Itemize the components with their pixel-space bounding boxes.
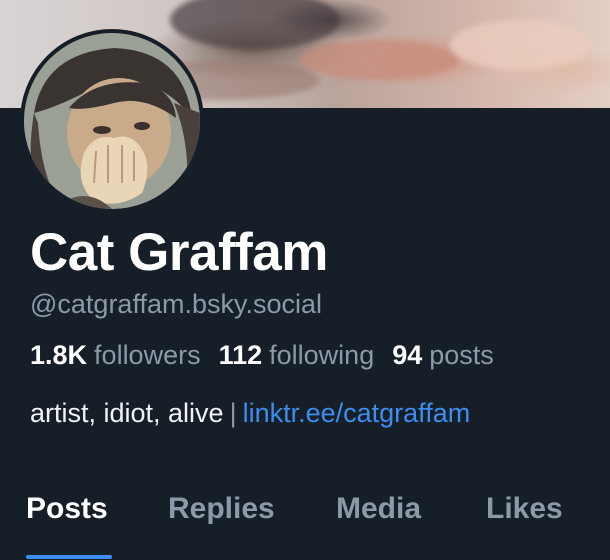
- following-count: 112: [218, 340, 263, 370]
- profile-display-name: Cat Graffam: [30, 223, 328, 282]
- avatar-portrait-image: [24, 33, 200, 209]
- profile-stats: 1.8K followers 112 following 94 posts: [30, 340, 512, 371]
- followers-label: followers: [94, 340, 201, 370]
- followers-count: 1.8K: [30, 340, 88, 370]
- bio-separator: |: [229, 398, 237, 428]
- profile-bio: artist, idiot, alive | linktr.ee/catgraffa…: [30, 398, 470, 429]
- bio-text: artist, idiot, alive: [30, 398, 224, 428]
- posts-label: posts: [429, 340, 494, 370]
- following-stat[interactable]: 112 following: [219, 340, 375, 371]
- profile-handle: @catgraffam.bsky.social: [30, 289, 323, 319]
- tab-media[interactable]: Media: [336, 492, 421, 540]
- bio-link[interactable]: linktr.ee/catgraffam: [243, 398, 471, 428]
- avatar[interactable]: [20, 29, 204, 213]
- tab-likes[interactable]: Likes: [486, 492, 563, 540]
- tab-posts[interactable]: Posts: [26, 492, 108, 540]
- posts-count: 94: [392, 340, 423, 370]
- profile-tabs: Posts Replies Media Likes: [0, 492, 610, 560]
- posts-stat: 94 posts: [392, 340, 494, 371]
- active-tab-indicator: [26, 555, 112, 559]
- followers-stat[interactable]: 1.8K followers: [30, 340, 201, 371]
- tab-replies[interactable]: Replies: [168, 492, 275, 540]
- following-label: following: [269, 340, 375, 370]
